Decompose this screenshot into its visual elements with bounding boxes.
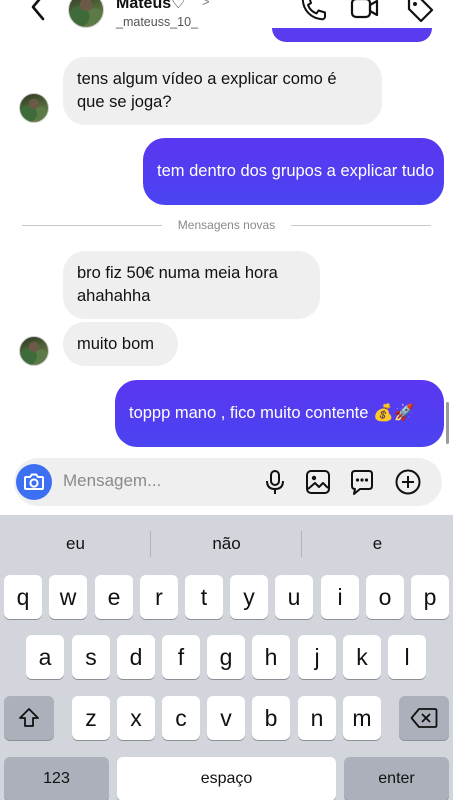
video-camera-icon[interactable] bbox=[350, 0, 380, 24]
key-h[interactable]: h bbox=[252, 635, 290, 679]
shift-arrow-icon bbox=[19, 708, 39, 727]
key-b[interactable]: b bbox=[252, 696, 290, 740]
incoming-message[interactable]: muito bom bbox=[63, 322, 178, 366]
previous-message-bubble bbox=[272, 28, 432, 42]
key-t[interactable]: t bbox=[185, 575, 223, 619]
key-f[interactable]: f bbox=[162, 635, 200, 679]
key-p[interactable]: p bbox=[411, 575, 449, 619]
camera-button[interactable] bbox=[16, 464, 52, 500]
gallery-icon[interactable] bbox=[304, 468, 332, 496]
key-u[interactable]: u bbox=[275, 575, 313, 619]
message-text: toppp mano , fico muito contente 💰🚀 bbox=[129, 404, 415, 422]
key-g[interactable]: g bbox=[207, 635, 245, 679]
key-l[interactable]: l bbox=[388, 635, 426, 679]
key-w[interactable]: w bbox=[49, 575, 87, 619]
message-text: muito bom bbox=[77, 334, 155, 353]
message-input[interactable]: Mensagem... bbox=[63, 471, 161, 491]
suggestion-2[interactable]: não bbox=[151, 515, 302, 573]
key-e[interactable]: e bbox=[95, 575, 133, 619]
outgoing-message[interactable]: tem dentro dos grupos a explicar tudo bbox=[143, 138, 444, 205]
key-s[interactable]: s bbox=[72, 635, 110, 679]
sticker-icon[interactable] bbox=[348, 468, 376, 496]
message-text: tens algum vídeo a explicar como é que s… bbox=[77, 70, 337, 111]
key-d[interactable]: d bbox=[117, 635, 155, 679]
key-c[interactable]: c bbox=[162, 696, 200, 740]
camera-icon bbox=[24, 473, 44, 490]
sender-avatar[interactable] bbox=[19, 93, 49, 123]
enter-key[interactable]: enter bbox=[344, 757, 449, 800]
plus-icon[interactable] bbox=[394, 468, 422, 496]
message-text: bro fiz 50€ numa meia hora ahahahha bbox=[77, 264, 278, 305]
key-m[interactable]: m bbox=[343, 696, 381, 740]
key-x[interactable]: x bbox=[117, 696, 155, 740]
key-j[interactable]: j bbox=[298, 635, 336, 679]
incoming-message[interactable]: bro fiz 50€ numa meia hora ahahahha bbox=[63, 251, 320, 319]
chevron-right-icon[interactable]: > bbox=[202, 0, 210, 9]
key-y[interactable]: y bbox=[230, 575, 268, 619]
key-v[interactable]: v bbox=[207, 696, 245, 740]
incoming-message[interactable]: tens algum vídeo a explicar como é que s… bbox=[63, 57, 382, 125]
message-composer: Mensagem... bbox=[14, 458, 442, 506]
phone-icon[interactable] bbox=[298, 0, 328, 24]
sender-avatar[interactable] bbox=[19, 336, 49, 366]
key-o[interactable]: o bbox=[366, 575, 404, 619]
scrollbar[interactable] bbox=[446, 402, 449, 444]
message-text: tem dentro dos grupos a explicar tudo bbox=[157, 162, 434, 180]
numbers-key[interactable]: 123 bbox=[4, 757, 109, 800]
microphone-icon[interactable] bbox=[261, 468, 289, 496]
key-r[interactable]: r bbox=[140, 575, 178, 619]
key-a[interactable]: a bbox=[26, 635, 64, 679]
key-n[interactable]: n bbox=[298, 696, 336, 740]
back-chevron-icon[interactable] bbox=[24, 0, 54, 28]
backspace-key[interactable] bbox=[399, 696, 449, 740]
contact-username: _mateuss_10_ bbox=[116, 15, 199, 29]
backspace-icon bbox=[410, 708, 438, 728]
contact-avatar[interactable] bbox=[68, 0, 104, 28]
suggestion-1[interactable]: eu bbox=[0, 515, 151, 573]
keyboard: eu não e q w e r t y u i o p a s d f g h… bbox=[0, 515, 453, 800]
space-key[interactable]: espaço bbox=[117, 757, 336, 800]
key-q[interactable]: q bbox=[4, 575, 42, 619]
key-i[interactable]: i bbox=[321, 575, 359, 619]
key-k[interactable]: k bbox=[343, 635, 381, 679]
tag-icon[interactable] bbox=[405, 0, 435, 24]
key-z[interactable]: z bbox=[72, 696, 110, 740]
contact-name[interactable]: Mateus♡ bbox=[116, 0, 185, 13]
new-messages-divider: Mensagens novas bbox=[22, 218, 431, 234]
outgoing-message[interactable]: toppp mano , fico muito contente 💰🚀 bbox=[115, 380, 444, 447]
shift-key[interactable] bbox=[4, 696, 54, 740]
suggestion-3[interactable]: e bbox=[302, 515, 453, 573]
